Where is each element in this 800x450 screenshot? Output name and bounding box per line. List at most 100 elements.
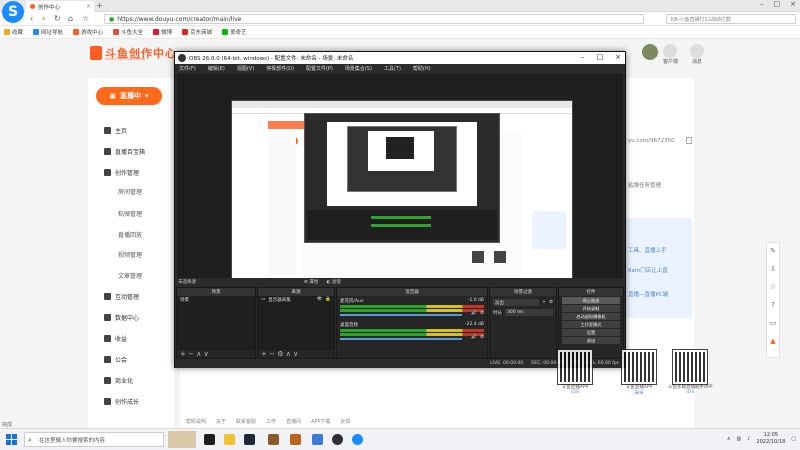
clock[interactable]: 12:05 2022/10/18 bbox=[756, 432, 785, 446]
bookmark-item[interactable]: 微博 bbox=[153, 28, 172, 36]
obs-control-button[interactable]: 开始录制 bbox=[562, 305, 620, 312]
taskbar-cortana-image[interactable] bbox=[168, 431, 196, 448]
browser-taskbar-icon[interactable] bbox=[352, 434, 363, 445]
task-view-icon[interactable] bbox=[204, 434, 215, 445]
maximize-icon[interactable]: □ bbox=[774, 0, 781, 8]
obs-taskbar-icon[interactable] bbox=[332, 434, 343, 445]
address-bar[interactable]: ● https://www.douyu.com/creator/main/liv… bbox=[104, 14, 644, 24]
move-down-icon[interactable]: ∨ bbox=[204, 350, 209, 358]
volume-icon[interactable]: ♪ bbox=[747, 436, 750, 442]
source-up-icon[interactable]: ∧ bbox=[286, 350, 291, 358]
taskbar-search-input[interactable]: ⌕ 在这里输入你要搜索的内容 bbox=[24, 432, 164, 447]
properties-button[interactable]: ⚙ 属性 bbox=[304, 279, 318, 285]
obs-menu-item[interactable]: 文件(F) bbox=[179, 65, 196, 72]
footer-link[interactable]: 联系客服 bbox=[236, 418, 256, 425]
duration-input[interactable]: 300 ms bbox=[505, 309, 553, 316]
game-icon-2[interactable] bbox=[290, 434, 301, 445]
move-up-icon[interactable]: ∧ bbox=[196, 350, 201, 358]
source-down-icon[interactable]: ∨ bbox=[293, 350, 298, 358]
browser-logo-icon[interactable]: S bbox=[2, 1, 24, 23]
bookmark-star-icon[interactable]: ☆ bbox=[82, 14, 89, 23]
obs-menu-item[interactable]: 配置文件(P) bbox=[306, 65, 333, 72]
sidebar-item[interactable]: 直播百宝箱 bbox=[104, 147, 145, 156]
close-window-icon[interactable]: × bbox=[790, 0, 796, 8]
feedback-icon[interactable]: ✎ bbox=[770, 247, 776, 255]
obs-control-button[interactable]: 设置 bbox=[562, 329, 620, 336]
add-transition-icon[interactable]: + bbox=[542, 300, 546, 305]
sidebar-item[interactable]: 互动管理 bbox=[104, 292, 139, 301]
footer-link[interactable]: 直播间 bbox=[286, 418, 301, 425]
source-item[interactable]: ▭ 显示器采集 👁 🔒 bbox=[258, 296, 334, 304]
app-icon[interactable] bbox=[312, 434, 323, 445]
refresh-icon[interactable]: ↻ bbox=[54, 14, 61, 23]
footer-link[interactable]: 关于 bbox=[216, 418, 226, 425]
game-icon-1[interactable] bbox=[268, 434, 279, 445]
file-explorer-icon[interactable] bbox=[224, 434, 235, 445]
obs-menu-item[interactable]: 帮助(H) bbox=[413, 65, 431, 72]
sidebar-item[interactable]: 收益 bbox=[104, 334, 127, 343]
source-settings-icon[interactable]: ⚙ bbox=[277, 350, 283, 358]
bookmark-item[interactable]: 游戏中心 bbox=[73, 28, 103, 36]
sidebar-item[interactable]: 数据中心 bbox=[104, 313, 139, 322]
lock-source-icon[interactable]: 🔒 bbox=[325, 297, 331, 303]
notification-icon[interactable]: ▢ bbox=[791, 436, 796, 442]
sidebar-item[interactable]: 主页 bbox=[104, 126, 127, 135]
avatar[interactable] bbox=[642, 44, 658, 60]
obs-menu-item[interactable]: 工具(T) bbox=[384, 65, 401, 72]
filters-button[interactable]: ◐ 滤镜 bbox=[326, 279, 340, 285]
messages-button[interactable]: 消息 bbox=[690, 44, 704, 65]
star-icon[interactable]: ☆ bbox=[770, 283, 776, 291]
sidebar-item[interactable]: 公会 bbox=[104, 355, 127, 364]
monitor-icon[interactable]: ▭ bbox=[770, 319, 777, 327]
steam-icon[interactable] bbox=[244, 434, 255, 445]
eye-icon[interactable]: 👁 bbox=[317, 297, 323, 303]
add-source-icon[interactable]: + bbox=[261, 350, 267, 358]
copy-icon[interactable] bbox=[686, 137, 692, 144]
bookmark-item[interactable]: 斗鱼大全 bbox=[113, 28, 143, 36]
back-icon[interactable]: ‹ bbox=[30, 14, 33, 23]
site-logo[interactable]: 斗鱼创作中心 DOUYU CREATION CENTER bbox=[90, 44, 182, 62]
sidebar-item[interactable]: 直播回放 bbox=[118, 230, 142, 239]
obs-menu-item[interactable]: 停靠部件(D) bbox=[266, 65, 294, 72]
scene-item[interactable]: 场景 bbox=[177, 296, 255, 304]
sidebar-item[interactable]: 商业化 bbox=[104, 376, 133, 385]
sidebar-item[interactable]: 创作成长 bbox=[104, 397, 139, 406]
sidebar-item[interactable]: 房间管理 bbox=[118, 187, 142, 196]
transition-select[interactable]: 淡出 bbox=[493, 299, 540, 306]
right-link-1[interactable]: 粘弹任务管理 bbox=[628, 181, 661, 189]
obs-title-bar[interactable]: OBS 26.0.0 (64-bit, windows) - 配置文件: 未命名… bbox=[175, 52, 625, 64]
obs-control-button[interactable]: 工作室模式 bbox=[562, 321, 620, 328]
bookmark-item[interactable]: 京东商城 bbox=[182, 28, 212, 36]
bookmark-item[interactable]: 爱奇艺 bbox=[222, 28, 247, 36]
speaker-icon[interactable]: 🔊 bbox=[471, 311, 477, 316]
footer-link[interactable]: 帮助说明 bbox=[186, 418, 206, 425]
search-input[interactable]: KB-小鱼直播打12战绩拦截 bbox=[666, 14, 796, 24]
client-button[interactable]: 客户端 bbox=[663, 44, 678, 65]
obs-minimize-icon[interactable]: – bbox=[581, 53, 585, 61]
bookmark-item[interactable]: 收藏 bbox=[4, 28, 23, 36]
network-icon[interactable]: ▥ bbox=[737, 436, 742, 442]
minimize-icon[interactable]: – bbox=[760, 0, 764, 8]
speaker-icon[interactable]: 🔊 bbox=[471, 335, 477, 340]
home-icon[interactable]: ⌂ bbox=[68, 14, 73, 23]
add-scene-icon[interactable]: + bbox=[180, 350, 186, 358]
download-icon[interactable]: ⇩ bbox=[770, 265, 776, 273]
obs-control-button[interactable]: 停止推流 bbox=[562, 297, 620, 304]
obs-menu-item[interactable]: 视图(V) bbox=[237, 65, 254, 72]
sidebar-item[interactable]: 视频管理 bbox=[118, 250, 142, 259]
remove-source-icon[interactable]: − bbox=[269, 350, 275, 358]
tray-chevron-icon[interactable]: ∧ bbox=[727, 436, 731, 442]
obs-menu-item[interactable]: 编辑(E) bbox=[208, 65, 225, 72]
sidebar-item[interactable]: 文章管理 bbox=[118, 271, 142, 280]
footer-link[interactable]: APP下载 bbox=[311, 418, 330, 425]
channel-settings-icon[interactable]: ⚙ bbox=[480, 335, 484, 340]
help-icon[interactable]: ? bbox=[771, 301, 775, 309]
new-tab-icon[interactable]: + bbox=[96, 1, 103, 10]
footer-link[interactable]: 工作 bbox=[266, 418, 276, 425]
forward-icon[interactable]: › bbox=[42, 14, 45, 23]
transition-settings-icon[interactable]: ⚙ bbox=[549, 300, 553, 305]
back-to-top-icon[interactable]: ▲ bbox=[770, 337, 775, 345]
windows-start-icon[interactable] bbox=[6, 434, 17, 445]
sidebar-item[interactable]: 创作管理 bbox=[104, 168, 139, 177]
live-status-button[interactable]: ▣ 直播中 ▾ bbox=[96, 87, 162, 105]
